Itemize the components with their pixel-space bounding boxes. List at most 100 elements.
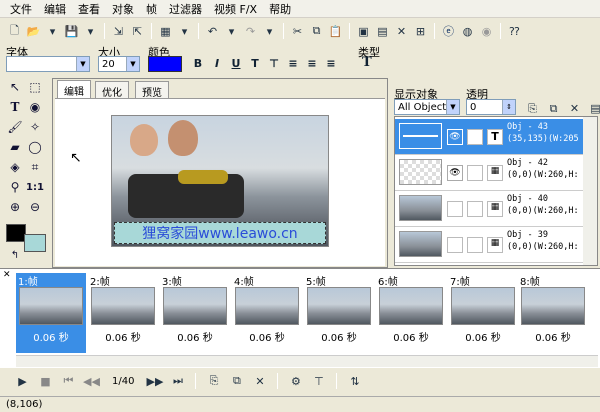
visibility-checkbox[interactable] — [447, 237, 463, 253]
text-type-icon[interactable]: T — [362, 55, 372, 70]
menu-file[interactable]: 文件 — [4, 1, 38, 17]
close-panel-icon[interactable]: ✕ — [3, 270, 11, 280]
help-icon[interactable]: ⁇ — [506, 23, 523, 40]
browser-icon[interactable]: ⓔ — [440, 23, 457, 40]
next-frame-icon[interactable]: ▶▶ — [146, 373, 164, 390]
menu-object[interactable]: 对象 — [106, 1, 140, 17]
tab-edit[interactable]: 编辑 — [57, 80, 91, 98]
crop-icon[interactable]: ✕ — [393, 23, 410, 40]
frame-delay[interactable]: 0.06 秒 — [376, 329, 446, 344]
frame-item[interactable]: 8:帧 0.06 秒 — [518, 273, 588, 353]
lock-checkbox[interactable] — [467, 165, 483, 181]
zoom-out-icon[interactable]: ⊖ — [26, 198, 44, 216]
frame-item[interactable]: 2:帧 0.06 秒 — [88, 273, 158, 353]
dropdown-arrow-icon[interactable]: ▾ — [261, 23, 278, 40]
crop-tool-icon[interactable]: ⌗ — [26, 158, 44, 176]
first-frame-icon[interactable]: ⏮ — [60, 373, 77, 390]
dropdown-arrow-icon[interactable]: ▾ — [82, 23, 99, 40]
eyedropper-tool-icon[interactable]: ⚲ — [6, 178, 24, 196]
stop-icon[interactable]: ■ — [37, 373, 54, 390]
frame-add-icon[interactable]: ▤ — [374, 23, 391, 40]
foreground-color-swatch[interactable] — [6, 224, 26, 242]
menu-video-fx[interactable]: 视频 F/X — [208, 1, 263, 17]
object-row[interactable]: 👁 ▦ Obj - 42 (0,0)(W:260,H: — [395, 155, 593, 191]
visibility-checkbox[interactable] — [447, 201, 463, 217]
frame-delay[interactable]: 0.06 秒 — [518, 329, 588, 344]
swap-colors-icon[interactable]: ↰ — [6, 246, 24, 264]
duplicate-icon[interactable]: ⧉ — [545, 100, 562, 117]
delete-icon[interactable]: ✕ — [566, 100, 583, 117]
menu-frame[interactable]: 帧 — [140, 1, 163, 17]
text-shadow-icon[interactable]: ⊤ — [266, 57, 282, 70]
web-icon[interactable]: ◍ — [459, 23, 476, 40]
frame-delay[interactable]: 0.06 秒 — [160, 329, 230, 344]
tab-optimize[interactable]: 优化 — [95, 81, 129, 99]
object-list-scrollbar[interactable] — [583, 117, 597, 265]
resize-icon[interactable]: ⊞ — [412, 23, 429, 40]
font-select[interactable]: ▼ — [6, 56, 90, 72]
frame-item[interactable]: 5:帧 0.06 秒 — [304, 273, 374, 353]
merge-icon[interactable]: ⎘ — [524, 100, 541, 117]
cut-icon[interactable]: ✂ — [289, 23, 306, 40]
paste-icon[interactable]: 📋 — [327, 23, 344, 40]
palette-icon[interactable]: ▦ — [157, 23, 174, 40]
color-swatch[interactable] — [148, 56, 182, 72]
actual-size-icon[interactable]: 1:1 — [26, 178, 44, 196]
align-left-icon[interactable]: ≡ — [285, 57, 301, 70]
frame-delay[interactable]: 0.06 秒 — [88, 329, 158, 344]
menu-edit[interactable]: 编辑 — [38, 1, 72, 17]
save-icon[interactable]: 💾 — [63, 23, 80, 40]
visibility-eye-icon[interactable]: 👁 — [447, 165, 463, 181]
underline-button[interactable]: U — [228, 57, 244, 70]
object-row[interactable]: 👁 T Obj - 43 (35,135)(W:205 — [395, 119, 593, 155]
frame-delay[interactable]: 0.06 秒 — [448, 329, 518, 344]
italic-button[interactable]: I — [209, 57, 225, 70]
size-select[interactable]: 20 ▼ — [98, 56, 140, 72]
menu-help[interactable]: 帮助 — [263, 1, 297, 17]
frame-item[interactable]: 7:帧 0.06 秒 — [448, 273, 518, 353]
object-row[interactable]: ▦ Obj - 39 (0,0)(W:260,H: — [395, 227, 593, 263]
delete-frame-icon[interactable]: ✕ — [251, 373, 268, 390]
frame-delay[interactable]: 0.06 秒 — [16, 329, 86, 344]
lasso-tool-icon[interactable]: ◉ — [26, 98, 44, 116]
spinner-icon[interactable]: ⇕ — [502, 100, 515, 114]
visibility-eye-icon[interactable]: 👁 — [447, 129, 463, 145]
lock-checkbox[interactable] — [467, 201, 483, 217]
settings-icon[interactable]: ◉ — [478, 23, 495, 40]
duplicate-frame-icon[interactable]: ⧉ — [228, 373, 245, 390]
open-folder-icon[interactable]: 📂 — [25, 23, 42, 40]
lock-checkbox[interactable] — [467, 129, 483, 145]
dropdown-arrow-icon[interactable]: ▾ — [44, 23, 61, 40]
bold-button[interactable]: B — [190, 57, 206, 70]
pointer-tool-icon[interactable]: ↖ — [6, 78, 24, 96]
frame-text-icon[interactable]: ⊤ — [310, 373, 327, 390]
tab-preview[interactable]: 预览 — [135, 81, 169, 99]
canvas-area[interactable]: 狸窝家园www.leawo.cn — [55, 98, 385, 266]
canvas-image[interactable]: 狸窝家园www.leawo.cn — [111, 115, 329, 247]
import-icon[interactable]: ⇲ — [110, 23, 127, 40]
zoom-in-icon[interactable]: ⊕ — [6, 198, 24, 216]
play-icon[interactable]: ▶ — [14, 373, 31, 390]
frame-properties-icon[interactable]: ⚙ — [287, 373, 304, 390]
object-row[interactable]: ▦ Obj - 40 (0,0)(W:260,H: — [395, 191, 593, 227]
previous-frame-icon[interactable]: ◀◀ — [83, 373, 100, 390]
export-icon[interactable]: ⇱ — [129, 23, 146, 40]
frame-item[interactable]: 3:帧 0.06 秒 — [160, 273, 230, 353]
align-center-icon[interactable]: ≡ — [304, 57, 320, 70]
chevron-down-icon[interactable]: ▼ — [76, 57, 89, 71]
undo-icon[interactable]: ↶ — [204, 23, 221, 40]
caption-text-object[interactable]: 狸窝家园www.leawo.cn — [114, 222, 326, 244]
insert-frame-icon[interactable]: ⎘ — [205, 373, 222, 390]
chevron-down-icon[interactable]: ▼ — [446, 100, 459, 114]
frame-item[interactable]: 4:帧 0.06 秒 — [232, 273, 302, 353]
lock-checkbox[interactable] — [467, 237, 483, 253]
new-file-icon[interactable]: 🗋 — [6, 23, 23, 40]
dropdown-arrow-icon[interactable]: ▾ — [223, 23, 240, 40]
opacity-input[interactable]: 0 ⇕ — [466, 99, 516, 115]
redo-icon[interactable]: ↷ — [242, 23, 259, 40]
menu-view[interactable]: 查看 — [72, 1, 106, 17]
properties-icon[interactable]: ▤ — [587, 100, 600, 117]
magic-wand-icon[interactable]: ✧ — [26, 118, 44, 136]
last-frame-icon[interactable]: ⏭ — [169, 373, 186, 390]
text-style-button[interactable]: T — [247, 57, 263, 70]
